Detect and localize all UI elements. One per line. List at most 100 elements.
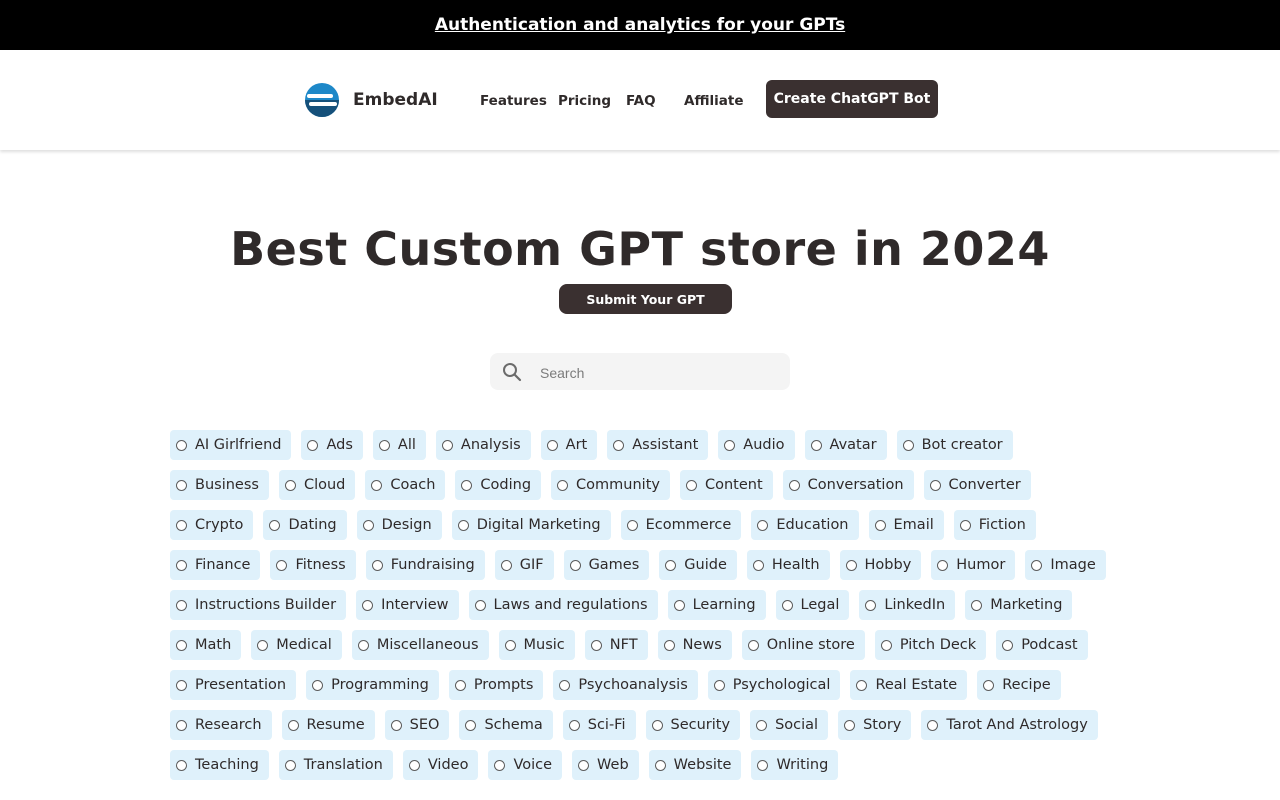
category-chip[interactable]: Music xyxy=(498,630,575,660)
radio-icon[interactable] xyxy=(287,719,299,731)
category-chip[interactable]: Ads xyxy=(301,430,363,460)
nav-pricing[interactable]: Pricing xyxy=(558,93,611,109)
radio-icon[interactable] xyxy=(176,519,187,531)
category-chip[interactable]: Voice xyxy=(488,750,563,780)
submit-gpt-button[interactable]: Submit Your GPT xyxy=(559,284,732,314)
radio-icon[interactable] xyxy=(927,719,939,731)
category-chip[interactable]: Writing xyxy=(751,750,839,780)
nav-affiliate[interactable]: Affiliate xyxy=(684,93,743,109)
category-chip[interactable]: Bot creator xyxy=(896,430,1013,460)
category-chip[interactable]: Fundraising xyxy=(365,550,485,580)
radio-icon[interactable] xyxy=(176,599,187,611)
category-chip[interactable]: Presentation xyxy=(170,670,297,700)
radio-icon[interactable] xyxy=(578,759,590,771)
category-chip[interactable]: Dating xyxy=(263,510,347,540)
radio-icon[interactable] xyxy=(788,479,800,491)
radio-icon[interactable] xyxy=(590,639,602,651)
category-chip[interactable]: Coach xyxy=(365,470,446,500)
radio-icon[interactable] xyxy=(371,559,383,571)
category-chip[interactable]: Fitness xyxy=(270,550,356,580)
category-chip[interactable]: Community xyxy=(551,470,670,500)
category-chip[interactable]: Finance xyxy=(170,550,261,580)
category-chip[interactable]: Video xyxy=(402,750,479,780)
radio-icon[interactable] xyxy=(257,639,269,651)
radio-icon[interactable] xyxy=(756,719,768,731)
radio-icon[interactable] xyxy=(500,559,512,571)
category-chip[interactable]: Story xyxy=(838,710,912,740)
radio-icon[interactable] xyxy=(176,679,187,691)
category-chip[interactable]: Programming xyxy=(306,670,439,700)
category-chip[interactable]: Analysis xyxy=(435,430,531,460)
category-chip[interactable]: Interview xyxy=(356,590,459,620)
radio-icon[interactable] xyxy=(557,479,569,491)
category-chip[interactable]: Research xyxy=(170,710,272,740)
radio-icon[interactable] xyxy=(362,519,374,531)
category-chip[interactable]: Translation xyxy=(278,750,393,780)
radio-icon[interactable] xyxy=(559,679,571,691)
radio-icon[interactable] xyxy=(461,479,473,491)
category-chip[interactable]: Psychoanalysis xyxy=(553,670,698,700)
radio-icon[interactable] xyxy=(865,599,877,611)
category-chip[interactable]: Avatar xyxy=(804,430,887,460)
category-chip[interactable]: Assistant xyxy=(607,430,709,460)
radio-icon[interactable] xyxy=(1031,559,1043,571)
radio-icon[interactable] xyxy=(474,599,486,611)
radio-icon[interactable] xyxy=(673,599,685,611)
radio-icon[interactable] xyxy=(983,679,995,691)
category-chip[interactable]: Schema xyxy=(459,710,553,740)
category-chip[interactable]: Ecommerce xyxy=(620,510,742,540)
category-chip[interactable]: Image xyxy=(1025,550,1106,580)
category-chip[interactable]: Online store xyxy=(741,630,865,660)
category-chip[interactable]: Resume xyxy=(281,710,375,740)
radio-icon[interactable] xyxy=(613,439,625,451)
radio-icon[interactable] xyxy=(504,639,516,651)
category-chip[interactable]: Marketing xyxy=(965,590,1073,620)
radio-icon[interactable] xyxy=(362,599,374,611)
radio-icon[interactable] xyxy=(465,719,477,731)
category-chip[interactable]: Teaching xyxy=(170,750,269,780)
radio-icon[interactable] xyxy=(937,559,949,571)
radio-icon[interactable] xyxy=(408,759,420,771)
radio-icon[interactable] xyxy=(457,519,469,531)
radio-icon[interactable] xyxy=(856,679,868,691)
search-input[interactable] xyxy=(538,353,782,392)
radio-icon[interactable] xyxy=(390,719,402,731)
category-chip[interactable]: Prompts xyxy=(448,670,544,700)
category-chip[interactable]: All xyxy=(372,430,426,460)
create-chatgpt-bot-button[interactable]: Create ChatGPT Bot xyxy=(766,80,938,118)
category-chip[interactable]: GIF xyxy=(494,550,554,580)
category-chip[interactable]: Tarot And Astrology xyxy=(921,710,1098,740)
category-chip[interactable]: Legal xyxy=(775,590,850,620)
category-chip[interactable]: Education xyxy=(751,510,859,540)
radio-icon[interactable] xyxy=(971,599,983,611)
radio-icon[interactable] xyxy=(176,479,187,491)
radio-icon[interactable] xyxy=(357,639,369,651)
radio-icon[interactable] xyxy=(176,719,187,731)
radio-icon[interactable] xyxy=(654,759,666,771)
category-chip[interactable]: Audio xyxy=(718,430,795,460)
radio-icon[interactable] xyxy=(269,519,281,531)
category-chip[interactable]: Design xyxy=(356,510,442,540)
category-chip[interactable]: Conversation xyxy=(782,470,914,500)
radio-icon[interactable] xyxy=(874,519,886,531)
category-chip[interactable]: Instructions Builder xyxy=(170,590,347,620)
category-chip[interactable]: Medical xyxy=(251,630,342,660)
category-chip[interactable]: Health xyxy=(746,550,830,580)
category-chip[interactable]: Coding xyxy=(455,470,542,500)
radio-icon[interactable] xyxy=(1002,639,1014,651)
category-chip[interactable]: AI Girlfriend xyxy=(170,430,292,460)
radio-icon[interactable] xyxy=(685,479,697,491)
category-chip[interactable]: Website xyxy=(648,750,742,780)
radio-icon[interactable] xyxy=(284,759,296,771)
radio-icon[interactable] xyxy=(757,519,769,531)
brand-logo-link[interactable]: EmbedAI xyxy=(304,82,438,118)
nav-faq[interactable]: FAQ xyxy=(626,93,656,109)
category-chip[interactable]: Content xyxy=(679,470,773,500)
radio-icon[interactable] xyxy=(651,719,663,731)
radio-icon[interactable] xyxy=(845,559,857,571)
category-chip[interactable]: Laws and regulations xyxy=(468,590,658,620)
category-chip[interactable]: Art xyxy=(540,430,598,460)
radio-icon[interactable] xyxy=(276,559,288,571)
radio-icon[interactable] xyxy=(781,599,793,611)
category-chip[interactable]: Hobby xyxy=(839,550,922,580)
